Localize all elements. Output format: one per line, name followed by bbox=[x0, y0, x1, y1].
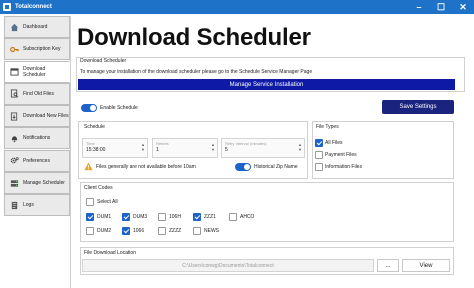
sidebar-item-label: Preferences bbox=[23, 157, 50, 164]
client-code-checkbox-zzz1[interactable] bbox=[193, 213, 201, 221]
scheduler-group-label: Download Scheduler bbox=[80, 58, 127, 64]
file-search-icon bbox=[10, 89, 19, 98]
retries-field[interactable]: Retries 1 ▲ ▼ bbox=[152, 138, 218, 158]
client-codes-group-label: Client Codes bbox=[84, 185, 113, 191]
payment-files-checkbox[interactable] bbox=[315, 151, 323, 159]
retry-interval-field-label: Retry Interval (minutes) bbox=[225, 141, 267, 146]
sidebar-item-subscription-key[interactable]: Subscription Key bbox=[4, 38, 70, 61]
scheduler-message: To manage your installation of the downl… bbox=[80, 69, 313, 75]
select-all-label: Select All bbox=[97, 199, 118, 205]
client-code-checkbox-106h[interactable] bbox=[158, 213, 166, 221]
manage-service-button[interactable]: Manage Service Installation bbox=[78, 79, 455, 90]
sidebar-item-label: Subscription Key bbox=[23, 46, 61, 53]
title-bar: Totalconnect – ☐ ✕ bbox=[0, 0, 474, 14]
sidebar-item-label: Notifications bbox=[23, 135, 51, 142]
sidebar-item-label: Download New Files bbox=[23, 113, 69, 120]
schedule-group-label: Schedule bbox=[84, 124, 105, 130]
client-code-label: ZZZZ bbox=[169, 228, 182, 234]
sidebar-item-label: Find Old Files bbox=[23, 90, 54, 97]
sidebar-item-manage-scheduler[interactable]: Manage Scheduler bbox=[4, 172, 70, 195]
page-title: Download Scheduler bbox=[77, 24, 311, 51]
client-code-checkbox-ahco[interactable] bbox=[229, 213, 237, 221]
retry-interval-field[interactable]: Retry Interval (minutes) 5 ▲ ▼ bbox=[221, 138, 305, 158]
download-location-label: File Download Location bbox=[84, 250, 136, 256]
maximize-icon[interactable]: ☐ bbox=[430, 0, 452, 14]
enable-schedule-toggle[interactable] bbox=[81, 104, 97, 112]
sidebar-item-preferences[interactable]: Preferences bbox=[4, 149, 70, 172]
client-code-checkbox-zzzz[interactable] bbox=[158, 227, 166, 235]
app-icon bbox=[3, 3, 11, 11]
enable-schedule-label: Enable Schedule bbox=[100, 105, 138, 111]
historical-zip-label: Historical Zip Name bbox=[254, 164, 298, 170]
sidebar-item-notifications[interactable]: Notifications bbox=[4, 127, 70, 150]
all-files-checkbox[interactable] bbox=[315, 139, 323, 147]
key-icon bbox=[10, 45, 19, 54]
retries-field-label: Retries bbox=[156, 141, 169, 146]
view-button[interactable]: View bbox=[402, 259, 450, 272]
retry-interval-spinner-icon[interactable]: ▲ ▼ bbox=[298, 142, 302, 152]
information-files-label: Information Files bbox=[325, 164, 362, 170]
client-code-label: DUM3 bbox=[133, 214, 148, 220]
time-field-value: 15:38:00 bbox=[86, 147, 106, 153]
client-code-label: DUM1 bbox=[97, 214, 112, 220]
warning-icon bbox=[84, 162, 93, 171]
client-code-label: NEWS bbox=[204, 228, 219, 234]
sidebar: Dashboard Subscription Key Download Sche… bbox=[4, 16, 70, 217]
window-title: Totalconnect bbox=[15, 4, 52, 10]
payment-files-label: Payment Files bbox=[325, 152, 357, 158]
document-icon bbox=[10, 201, 19, 210]
client-code-checkbox-1066[interactable] bbox=[122, 227, 130, 235]
sidebar-item-dashboard[interactable]: Dashboard bbox=[4, 16, 70, 38]
close-icon[interactable]: ✕ bbox=[452, 0, 474, 14]
retries-field-value: 1 bbox=[156, 147, 159, 153]
sidebar-item-label: Logs bbox=[23, 202, 34, 209]
client-code-checkbox-dum3[interactable] bbox=[122, 213, 130, 221]
client-code-checkbox-news[interactable] bbox=[193, 227, 201, 235]
time-field[interactable]: Time 15:38:00 ▲ ▼ bbox=[82, 138, 148, 158]
client-code-label: 106H bbox=[169, 214, 181, 220]
client-code-label: ZZZ1 bbox=[204, 214, 216, 220]
time-field-label: Time bbox=[86, 141, 95, 146]
sidebar-item-download-new-files[interactable]: Download New Files bbox=[4, 105, 70, 128]
sidebar-item-label: Manage Scheduler bbox=[23, 180, 65, 187]
client-code-label: 1066 bbox=[133, 228, 145, 234]
minimize-icon[interactable]: – bbox=[408, 0, 430, 14]
sidebar-item-logs[interactable]: Logs bbox=[4, 194, 70, 217]
information-files-checkbox[interactable] bbox=[315, 163, 323, 171]
all-files-label: All Files bbox=[325, 140, 343, 146]
bell-icon bbox=[10, 134, 19, 143]
historical-zip-toggle[interactable] bbox=[235, 163, 251, 171]
sidebar-item-download-scheduler[interactable]: Download Scheduler bbox=[4, 60, 70, 83]
client-code-label: AHCO bbox=[240, 214, 255, 220]
calendar-icon bbox=[10, 67, 19, 76]
retry-interval-field-value: 5 bbox=[225, 147, 228, 153]
schedule-warning: Files generally are not available before… bbox=[96, 164, 196, 170]
download-path-field[interactable]: C:\Users\conwg\Documents\Totalconnect bbox=[82, 259, 374, 272]
time-spinner-icon[interactable]: ▲ ▼ bbox=[141, 142, 145, 152]
sidebar-item-label: Download Scheduler bbox=[23, 65, 46, 78]
select-all-checkbox[interactable] bbox=[86, 198, 94, 206]
retries-spinner-icon[interactable]: ▲ ▼ bbox=[211, 142, 215, 152]
sidebar-item-label: Dashboard bbox=[23, 24, 48, 30]
save-settings-button[interactable]: Save Settings bbox=[382, 100, 454, 114]
browse-button[interactable]: ... bbox=[377, 259, 399, 272]
sidebar-item-find-old-files[interactable]: Find Old Files bbox=[4, 82, 70, 105]
client-code-checkbox-dum1[interactable] bbox=[86, 213, 94, 221]
gear-icon bbox=[10, 156, 19, 165]
download-file-icon bbox=[10, 112, 19, 121]
client-code-label: DUM2 bbox=[97, 228, 112, 234]
home-icon bbox=[10, 23, 19, 32]
file-types-group-label: File Types bbox=[316, 124, 339, 130]
server-icon bbox=[10, 179, 19, 188]
client-code-checkbox-dum2[interactable] bbox=[86, 227, 94, 235]
